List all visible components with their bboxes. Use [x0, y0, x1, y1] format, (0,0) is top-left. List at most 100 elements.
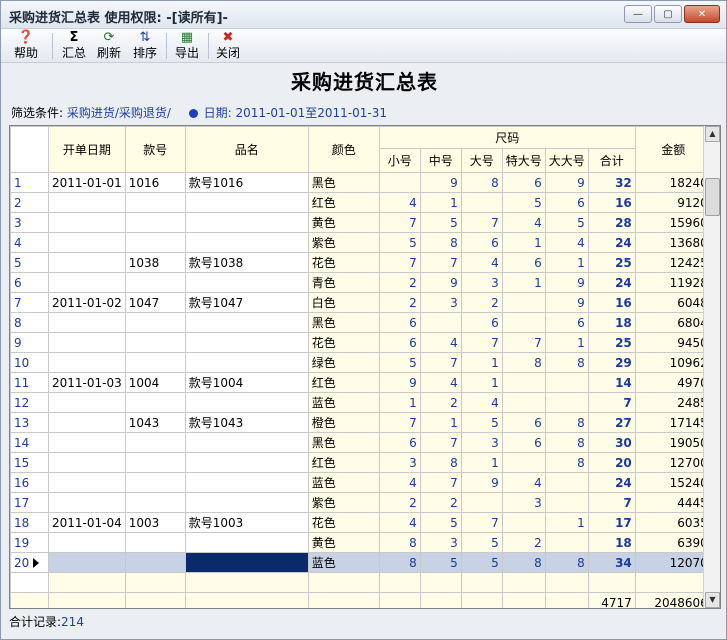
- cell-order-date[interactable]: 2011-01-03: [48, 372, 126, 393]
- row-number[interactable]: 8: [10, 312, 49, 333]
- cell-style-no[interactable]: [124, 392, 186, 413]
- row-number[interactable]: 3: [10, 212, 49, 233]
- cell-style-no[interactable]: 1003: [124, 512, 186, 533]
- cell-order-date[interactable]: [48, 352, 126, 373]
- cell-size-m[interactable]: 4: [419, 332, 462, 353]
- cell-size-total[interactable]: 25: [587, 252, 636, 273]
- cell-product-name[interactable]: 款号1043: [184, 412, 309, 433]
- close-button[interactable]: ✖ 关闭: [213, 30, 243, 62]
- cell-amount[interactable]: 12070: [634, 552, 712, 573]
- minimize-button[interactable]: —: [624, 5, 652, 23]
- cell-size-xxl[interactable]: 8: [544, 432, 589, 453]
- cell-size-l[interactable]: 3: [460, 432, 503, 453]
- cell-size-s[interactable]: 7: [378, 252, 421, 273]
- cell-size-l[interactable]: 5: [460, 552, 503, 573]
- cell-size-xl[interactable]: [501, 512, 546, 533]
- cell-size-total[interactable]: 16: [587, 192, 636, 213]
- cell-size-xxl[interactable]: 1: [544, 512, 589, 533]
- cell-amount[interactable]: 9450: [634, 332, 712, 353]
- cell-color[interactable]: 红色: [307, 452, 380, 473]
- table-row[interactable]: 20 蓝色 8 5 5 8 8 34 12070: [10, 552, 712, 573]
- cell-size-m[interactable]: 1: [419, 412, 462, 433]
- cell-style-no[interactable]: [124, 232, 186, 253]
- cell-style-no[interactable]: [124, 272, 186, 293]
- cell-size-xxl[interactable]: [544, 492, 589, 513]
- table-row[interactable]: 6 青色 2 9 3 1 9 24 11928: [10, 272, 712, 293]
- cell-amount[interactable]: 4970: [634, 372, 712, 393]
- table-row[interactable]: 5 1038 款号1038 花色 7 7 4 6 1 25 12425: [10, 252, 712, 273]
- cell-style-no[interactable]: [124, 432, 186, 453]
- cell-product-name[interactable]: [184, 312, 309, 333]
- cell-color[interactable]: 红色: [307, 192, 380, 213]
- scroll-down-arrow-icon[interactable]: ▼: [705, 592, 720, 608]
- cell-order-date[interactable]: 2011-01-01: [48, 172, 126, 193]
- cell-size-xxl[interactable]: 9: [544, 292, 589, 313]
- title-bar[interactable]: 采购进货汇总表 使用权限: -[读所有]- — ▢ ✕: [1, 1, 726, 29]
- cell-size-xl[interactable]: 6: [501, 172, 546, 193]
- cell-size-xxl[interactable]: 6: [544, 312, 589, 333]
- cell-size-total[interactable]: 32: [587, 172, 636, 193]
- cell-size-xl[interactable]: 8: [501, 552, 546, 573]
- cell-size-s[interactable]: 7: [378, 212, 421, 233]
- cell-style-no[interactable]: [124, 492, 186, 513]
- row-number[interactable]: 4: [10, 232, 49, 253]
- row-number[interactable]: 17: [10, 492, 49, 513]
- cell-color[interactable]: 橙色: [307, 412, 380, 433]
- cell-style-no[interactable]: [124, 472, 186, 493]
- cell-size-xl[interactable]: 1: [501, 272, 546, 293]
- cell-size-s[interactable]: 8: [378, 532, 421, 553]
- cell-size-m[interactable]: 4: [419, 372, 462, 393]
- cell-size-s[interactable]: 2: [378, 492, 421, 513]
- cell-size-xl[interactable]: [501, 392, 546, 413]
- cell-amount[interactable]: 2485: [634, 392, 712, 413]
- col-header-size-m[interactable]: 中号: [419, 147, 462, 174]
- cell-size-m[interactable]: 9: [419, 272, 462, 293]
- cell-amount[interactable]: 4445: [634, 492, 712, 513]
- cell-color[interactable]: 黄色: [307, 212, 380, 233]
- cell-color[interactable]: 花色: [307, 512, 380, 533]
- cell-size-m[interactable]: 7: [419, 252, 462, 273]
- table-row[interactable]: 3 黄色 7 5 7 4 5 28 15960: [10, 212, 712, 233]
- cell-size-xxl[interactable]: 6: [544, 192, 589, 213]
- cell-size-total[interactable]: 25: [587, 332, 636, 353]
- cell-size-m[interactable]: 5: [419, 212, 462, 233]
- cell-style-no[interactable]: 1047: [124, 292, 186, 313]
- cell-amount[interactable]: 13680: [634, 232, 712, 253]
- cell-amount[interactable]: 6804: [634, 312, 712, 333]
- cell-size-xxl[interactable]: 4: [544, 232, 589, 253]
- cell-product-name[interactable]: [184, 232, 309, 253]
- cell-size-s[interactable]: 6: [378, 332, 421, 353]
- vertical-scrollbar[interactable]: ▲ ▼: [703, 126, 720, 608]
- cell-product-name[interactable]: [184, 212, 309, 233]
- cell-size-xxl[interactable]: [544, 532, 589, 553]
- row-number[interactable]: 18: [10, 512, 49, 533]
- row-number[interactable]: 1: [10, 172, 49, 193]
- cell-product-name[interactable]: 款号1047: [184, 292, 309, 313]
- row-number[interactable]: 16: [10, 472, 49, 493]
- cell-size-xl[interactable]: 3: [501, 492, 546, 513]
- row-number[interactable]: 7: [10, 292, 49, 313]
- cell-order-date[interactable]: [48, 252, 126, 273]
- table-row[interactable]: 8 黑色 6 6 6 18 6804: [10, 312, 712, 333]
- cell-order-date[interactable]: 2011-01-04: [48, 512, 126, 533]
- cell-order-date[interactable]: [48, 472, 126, 493]
- cell-size-s[interactable]: 1: [378, 392, 421, 413]
- cell-size-total[interactable]: 20: [587, 452, 636, 473]
- cell-order-date[interactable]: [48, 272, 126, 293]
- cell-size-total[interactable]: 27: [587, 412, 636, 433]
- row-number[interactable]: 11: [10, 372, 49, 393]
- close-window-button[interactable]: ✕: [684, 5, 720, 23]
- cell-size-xl[interactable]: [501, 312, 546, 333]
- cell-size-total[interactable]: 28: [587, 212, 636, 233]
- cell-size-xl[interactable]: 4: [501, 212, 546, 233]
- cell-product-name[interactable]: [184, 472, 309, 493]
- row-number[interactable]: 10: [10, 352, 49, 373]
- cell-size-l[interactable]: 8: [460, 172, 503, 193]
- cell-size-total[interactable]: 18: [587, 312, 636, 333]
- table-row[interactable]: 12 蓝色 1 2 4 7 2485: [10, 392, 712, 413]
- col-header-size-l[interactable]: 大号: [460, 147, 503, 174]
- cell-color[interactable]: 黑色: [307, 432, 380, 453]
- scroll-thumb[interactable]: [705, 178, 720, 216]
- cell-size-s[interactable]: 4: [378, 192, 421, 213]
- col-header-product-name[interactable]: 品名: [184, 126, 309, 173]
